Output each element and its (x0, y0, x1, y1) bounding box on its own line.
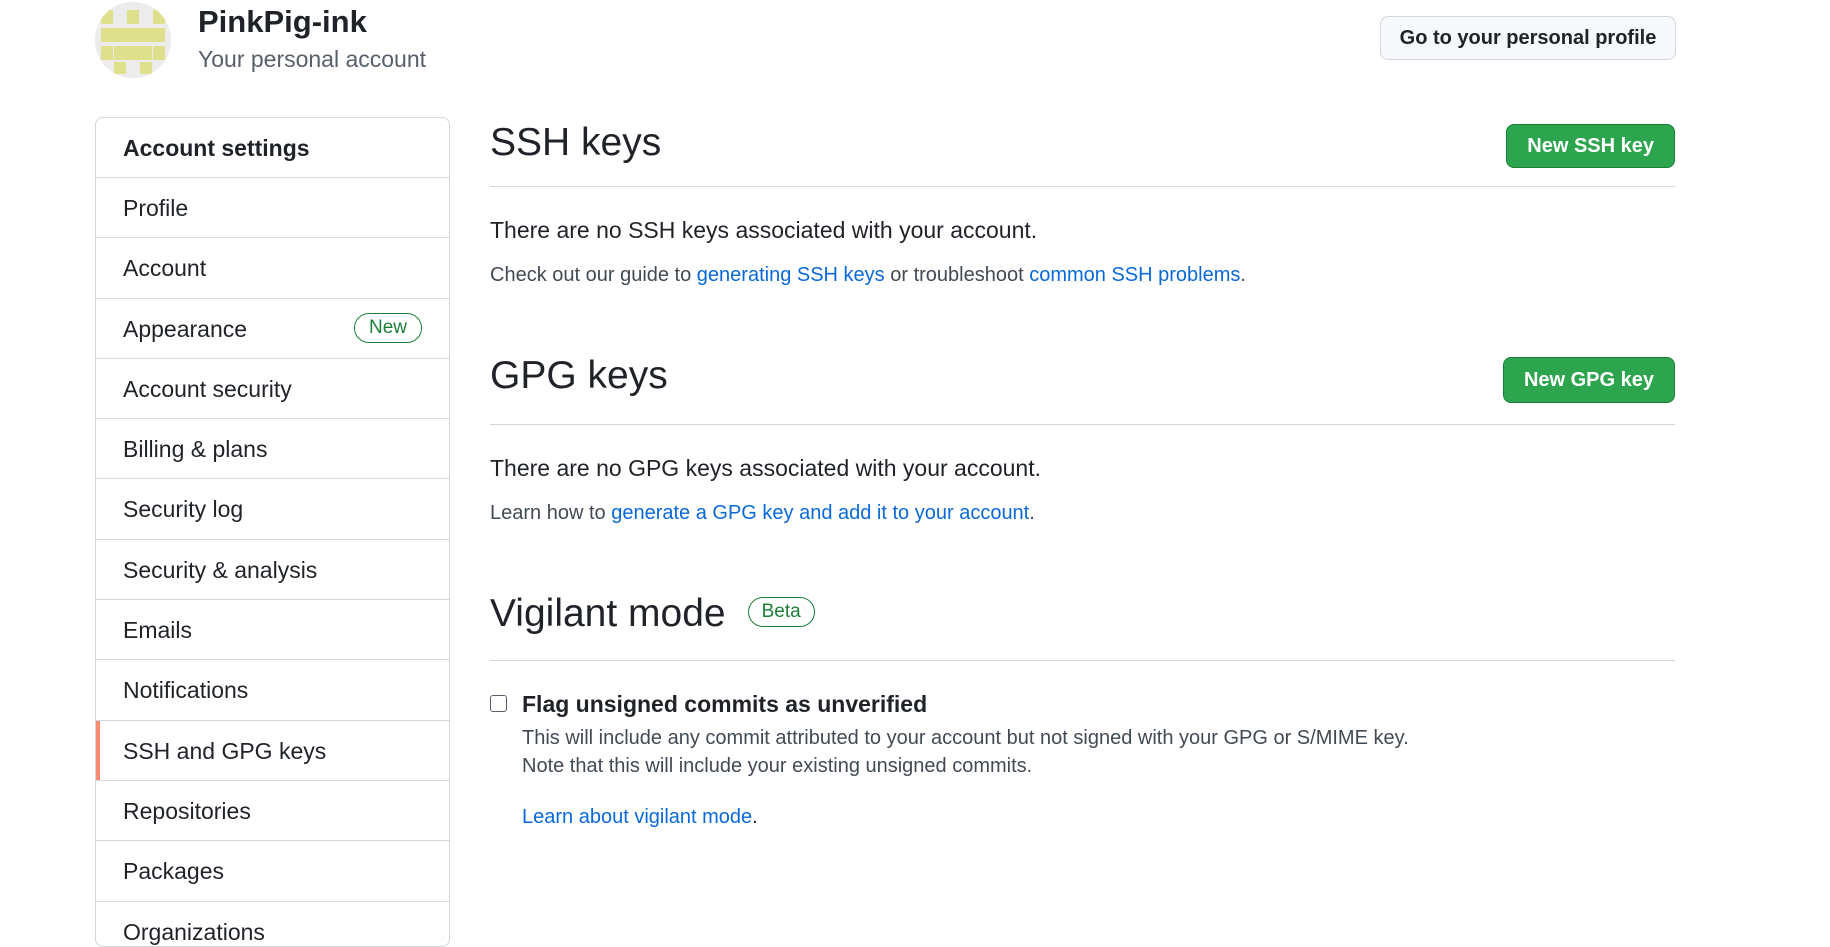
sidebar-item-label: Packages (123, 858, 225, 885)
flag-unsigned-commits-checkbox[interactable] (490, 695, 507, 712)
sidebar-item-label: Appearance (123, 315, 248, 342)
sidebar-item-security-log[interactable]: Security log (96, 479, 449, 540)
sidebar-item-label: Profile (123, 195, 189, 221)
sidebar-item-packages[interactable]: Packages (96, 841, 449, 902)
sidebar-item-label: Repositories (123, 797, 251, 824)
vigilant-mode-section: Vigilant mode Beta Flag unsigned commits … (490, 588, 1675, 829)
gpg-keys-title: GPG keys (490, 354, 668, 397)
ssh-keys-section: SSH keys New SSH key There are no SSH ke… (490, 117, 1675, 287)
sidebar-item-label: Notifications (123, 677, 249, 704)
gpg-keys-section: GPG keys New GPG key There are no GPG ke… (490, 350, 1675, 525)
vigilant-desc-line2: Note that this will include your existin… (522, 755, 1033, 777)
beta-badge: Beta (747, 596, 815, 627)
sidebar-item-notifications[interactable]: Notifications (96, 660, 449, 721)
sidebar-heading: Account settings (96, 118, 449, 178)
ssh-guide-suffix: . (1240, 264, 1246, 286)
new-badge: New (353, 312, 422, 343)
sidebar-item-profile[interactable]: Profile (96, 178, 449, 239)
ssh-guide-prefix: Check out our guide to (490, 264, 697, 286)
sidebar-item-billing[interactable]: Billing & plans (96, 419, 449, 480)
ssh-empty-text: There are no SSH keys associated with yo… (490, 217, 1038, 243)
sidebar-item-security-analysis[interactable]: Security & analysis (96, 540, 449, 601)
vigilant-mode-title: Vigilant mode Beta (490, 592, 815, 636)
sidebar-item-label: Account security (123, 375, 292, 402)
main-content: SSH keys New SSH key There are no SSH ke… (490, 117, 1675, 829)
settings-sidebar: Account settings Profile Account Appeara… (95, 117, 450, 947)
ssh-guide-middle: or troubleshoot (884, 264, 1030, 286)
gpg-learn-text: Learn how to generate a GPG key and add … (490, 502, 1675, 525)
vigilant-mode-title-text: Vigilant mode (490, 592, 726, 635)
vigilant-mode-description: This will include any commit attributed … (522, 724, 1675, 780)
new-gpg-key-button[interactable]: New GPG key (1502, 357, 1675, 403)
vigilant-learn-suffix: . (752, 806, 758, 828)
user-name[interactable]: PinkPig-ink (198, 4, 367, 40)
sidebar-item-label: Emails (123, 617, 193, 644)
sidebar-item-ssh-gpg-keys[interactable]: SSH and GPG keys (96, 720, 449, 781)
vigilant-desc-line1: This will include any commit attributed … (522, 727, 1409, 749)
new-ssh-key-button[interactable]: New SSH key (1506, 124, 1675, 168)
sidebar-item-label: Account (123, 255, 207, 282)
sidebar-item-appearance[interactable]: Appearance New (96, 299, 449, 359)
sidebar-item-account[interactable]: Account (96, 238, 449, 299)
sidebar-item-label: Billing & plans (123, 436, 268, 463)
identicon-icon (95, 2, 171, 78)
gpg-learn-prefix: Learn how to (490, 502, 612, 524)
sidebar-item-organizations[interactable]: Organizations (96, 902, 449, 946)
generating-ssh-keys-link[interactable]: generating SSH keys (697, 264, 885, 286)
gpg-learn-suffix: . (1029, 502, 1035, 524)
vigilant-mode-header: Vigilant mode Beta (490, 588, 1675, 661)
avatar[interactable] (95, 2, 171, 78)
sidebar-item-label: Security log (123, 496, 244, 523)
common-ssh-problems-link[interactable]: common SSH problems (1029, 264, 1240, 286)
gpg-empty-text: There are no GPG keys associated with yo… (490, 455, 1041, 481)
learn-vigilant-mode-link[interactable]: Learn about vigilant mode (522, 806, 752, 828)
go-to-profile-button[interactable]: Go to your personal profile (1380, 16, 1676, 60)
sidebar-item-repositories[interactable]: Repositories (96, 781, 449, 842)
sidebar-item-label: SSH and GPG keys (123, 737, 327, 764)
generate-gpg-key-link[interactable]: generate a GPG key and add it to your ac… (611, 502, 1029, 524)
vigilant-learn-text: Learn about vigilant mode. (522, 806, 1675, 829)
sidebar-item-emails[interactable]: Emails (96, 600, 449, 661)
ssh-keys-title: SSH keys (490, 121, 662, 164)
account-type-label: Your personal account (198, 46, 427, 72)
sidebar-item-account-security[interactable]: Account security (96, 359, 449, 420)
gpg-keys-header: GPG keys New GPG key (490, 350, 1675, 425)
ssh-keys-header: SSH keys New SSH key (490, 117, 1675, 187)
ssh-guide-text: Check out our guide to generating SSH ke… (490, 264, 1675, 287)
vigilant-mode-option: Flag unsigned commits as unverified This… (490, 691, 1675, 829)
page-header: PinkPig-ink Your personal account Go to … (95, 0, 1676, 90)
flag-unsigned-commits-label[interactable]: Flag unsigned commits as unverified (522, 691, 1675, 718)
sidebar-item-label: Security & analysis (123, 556, 318, 583)
sidebar-item-label: Organizations (123, 918, 265, 945)
